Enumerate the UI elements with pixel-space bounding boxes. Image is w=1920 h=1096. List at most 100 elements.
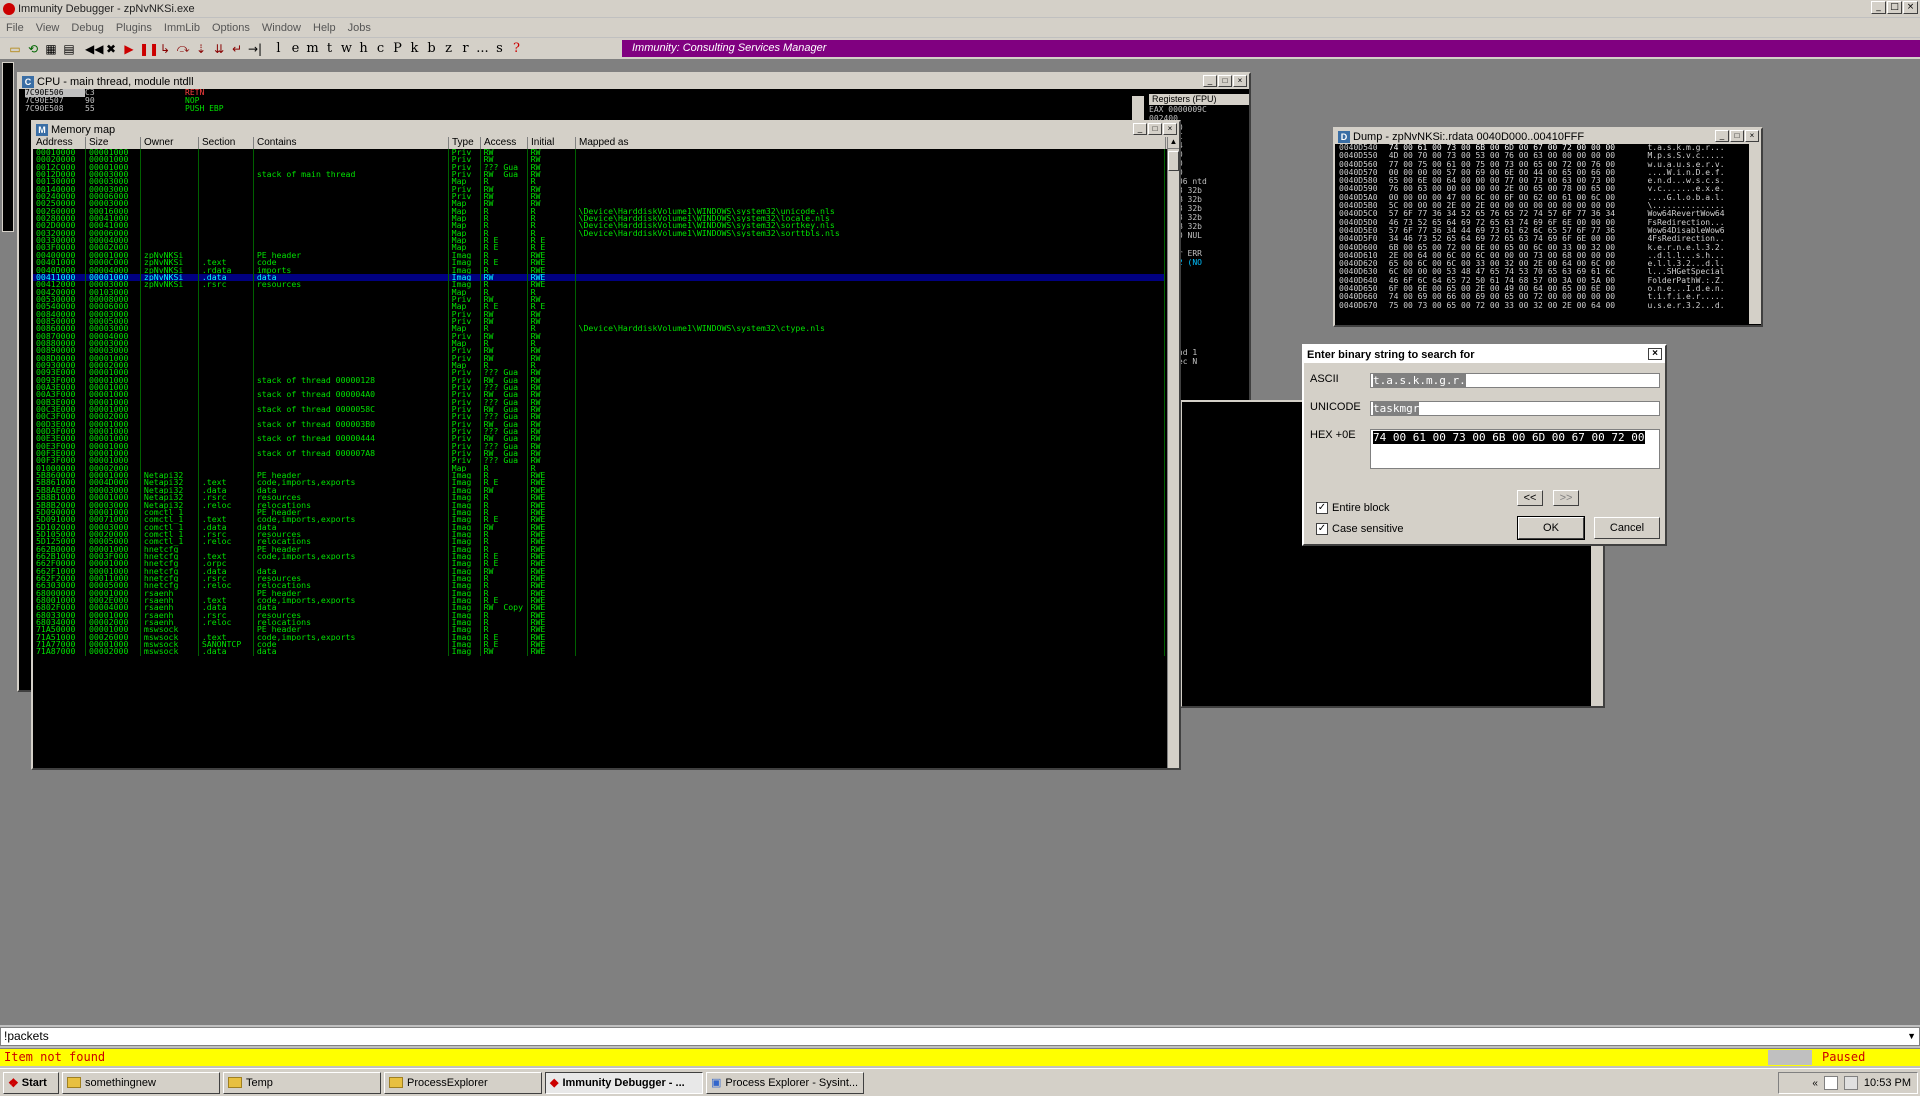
memmap-col-mapped-as[interactable]: Mapped as bbox=[576, 137, 1166, 149]
menu-debug[interactable]: Debug bbox=[65, 22, 109, 34]
memory-map-row[interactable]: 68033000 00001000 rsaenh .rsrc resources Imag… bbox=[33, 611, 1165, 619]
memory-map-row[interactable]: 00401000 0000C000 zpNvNKSi .text code Imag R E… bbox=[33, 259, 1165, 267]
next-button[interactable]: >> bbox=[1553, 490, 1579, 506]
memory-map-row[interactable]: 71A51000 00026000 mswsock .text code,imports… bbox=[33, 633, 1165, 642]
dump-row[interactable]: 0040D630 6C 00 00 00 53 48 47 65 74 53 70… bbox=[1339, 268, 1747, 276]
memory-map-row[interactable]: 68000000 00001000 rsaenh PE header Imag R RWE bbox=[33, 589, 1165, 597]
memory-map-row[interactable]: 0093E000 00001000 Priv??? Gua RW bbox=[33, 369, 1165, 377]
dump-row[interactable]: 0040D590 76 00 63 00 00 00 00 00 2E 00 65… bbox=[1339, 185, 1747, 193]
memory-map-row[interactable]: 662B1000 0003F000 hnetcfg .text code,imports… bbox=[33, 552, 1165, 561]
memory-map-row[interactable]: 662F0000 00001000 hnetcfg .orpc Imag R E RWE bbox=[33, 560, 1165, 568]
memory-map-row[interactable]: 00010000 00001000 Priv RW RW bbox=[33, 149, 1165, 157]
minimize-button[interactable]: _ bbox=[1871, 1, 1886, 14]
dump-row[interactable]: 0040D640 46 6F 6C 64 65 72 50 61 74 68 57… bbox=[1339, 277, 1747, 285]
memory-map-row[interactable]: 71A77000 00001000 mswsock SANONTCP code Imag R… bbox=[33, 641, 1165, 649]
dump-maximize-button[interactable]: □ bbox=[1730, 130, 1744, 142]
toolbar-window-r-button[interactable]: r bbox=[457, 41, 474, 56]
pause-icon[interactable]: ❚❚ bbox=[139, 42, 159, 56]
memory-map-row[interactable]: 00540000 00006000 Map R ER E bbox=[33, 303, 1165, 311]
memmap-col-owner[interactable]: Owner bbox=[141, 137, 199, 149]
menu-window[interactable]: Window bbox=[256, 22, 307, 34]
toolbar-window-e-button[interactable]: e bbox=[287, 41, 304, 56]
dump-row[interactable]: 0040D560 77 00 75 00 61 00 75 00 73 00 65… bbox=[1339, 161, 1747, 169]
memory-map-row[interactable]: 00280000 00041000 Map R R \Device\HarddiskVol… bbox=[33, 215, 1165, 223]
ascii-field[interactable]: t.a.s.k.m.g.r. bbox=[1370, 373, 1660, 388]
menu-file[interactable]: File bbox=[0, 22, 30, 34]
memory-map-row[interactable]: 00890000 00003000 Priv RW RW bbox=[33, 347, 1165, 355]
cancel-button[interactable]: Cancel bbox=[1594, 517, 1660, 539]
toolbar-window-z-button[interactable]: z bbox=[440, 41, 457, 56]
memory-map-row[interactable]: 00250000 00003000 Map RW RW bbox=[33, 200, 1165, 208]
dump-row[interactable]: 0040D650 6F 00 6E 00 65 00 2E 00 49 00 64… bbox=[1339, 285, 1747, 293]
dump-row[interactable]: 0040D570 00 00 00 00 57 00 69 00 6E 00 44… bbox=[1339, 169, 1747, 177]
task-processexplorer-folder[interactable]: ProcessExplorer bbox=[384, 1071, 542, 1094]
memmap-col-type[interactable]: Type bbox=[449, 137, 481, 149]
menu-help[interactable]: Help bbox=[307, 22, 342, 34]
close-button[interactable]: × bbox=[1903, 1, 1918, 14]
memmap-col-contains[interactable]: Contains bbox=[254, 137, 449, 149]
open-icon[interactable]: ▭ bbox=[7, 42, 23, 56]
command-dropdown-icon[interactable]: ▼ bbox=[1907, 1028, 1916, 1045]
memory-map-row[interactable]: 00870000 00004000 Priv RW RW bbox=[33, 332, 1165, 340]
memory-map-rows[interactable]: 00010000 00001000 Priv RW RW 00020000 00001000… bbox=[33, 149, 1165, 765]
memory-map-row[interactable]: 008D0000 00001000 Priv RW RW bbox=[33, 354, 1165, 362]
trace-into-icon[interactable]: ⇣ bbox=[193, 42, 209, 56]
memory-map-row[interactable]: 00C3F000 00002000 Priv??? Gua RW bbox=[33, 413, 1165, 421]
menu-plugins[interactable]: Plugins bbox=[110, 22, 158, 34]
cpu-line[interactable]: 7C90E508 55 PUSH EBP bbox=[25, 105, 1249, 113]
memory-map-row[interactable]: 00860000 00003000 Map R R \Device\HarddiskVol… bbox=[33, 325, 1165, 333]
memory-map-row[interactable]: 662B0000 00001000 hnetcfg PE header Imag R RWE bbox=[33, 545, 1165, 553]
toolbar-window-m-button[interactable]: m bbox=[304, 41, 321, 56]
cpu-line[interactable]: 7C90E506 C3 RETN bbox=[25, 89, 1249, 97]
memory-map-row[interactable]: 00240000 00006000 Priv RW RW bbox=[33, 193, 1165, 201]
step-into-icon[interactable]: ↳ bbox=[157, 42, 173, 56]
memory-map-row[interactable]: 003F0000 00002000 Map R ER E bbox=[33, 244, 1165, 252]
menu-immlib[interactable]: ImmLib bbox=[158, 22, 206, 34]
memmap-col-size[interactable]: Size bbox=[86, 137, 141, 149]
dump-content[interactable]: 0040D540 74 00 61 00 73 00 6B 00 6D 00 67… bbox=[1335, 144, 1747, 322]
memory-map-row[interactable]: 00A3E000 00001000 Priv??? Gua RW bbox=[33, 384, 1165, 392]
task-somethingnew[interactable]: somethingnew bbox=[62, 1071, 220, 1094]
memory-map-row[interactable]: 00320000 00006000 Map R R \Device\HarddiskVol… bbox=[33, 229, 1165, 238]
memory-map-row[interactable]: 6802F000 00004000 rsaenh .data data Imag RW Co… bbox=[33, 604, 1165, 612]
task-immunity-debugger[interactable]: ◆ Immunity Debugger - ... bbox=[545, 1071, 703, 1094]
memory-map-row[interactable]: 5B861000 0004D000 Netapi32 .text code,import… bbox=[33, 479, 1165, 487]
memory-map-row[interactable]: 0012D000 00003000 stack of main thread Priv… bbox=[33, 171, 1165, 179]
cpu-disassembly[interactable]: 7C90E506 C3 RETN 7C90E507 90 NOP 7C90E508 55 PUS… bbox=[19, 89, 1249, 113]
memory-map-row[interactable]: 5D125000 00005000 comctl_1 .reloc relocation… bbox=[33, 538, 1165, 546]
toolbar-window-l-button[interactable]: l bbox=[270, 41, 287, 56]
tray-expand-icon[interactable]: « bbox=[1812, 1078, 1818, 1089]
memory-map-row[interactable]: 5B8B2000 00003000 Netapi32 .reloc relocation… bbox=[33, 501, 1165, 509]
unicode-field[interactable]: taskmgr bbox=[1370, 401, 1660, 416]
memory-map-scrollbar[interactable]: ▲ bbox=[1167, 137, 1179, 768]
memory-map-row[interactable]: 5D091000 00071000 comctl_1 .text code,import… bbox=[33, 516, 1165, 524]
menu-view[interactable]: View bbox=[30, 22, 66, 34]
memory-map-row[interactable]: 0040D000 00004000 zpNvNKSi .rdata imports Ima… bbox=[33, 266, 1165, 274]
toolbar-window-more-button[interactable]: ... bbox=[474, 41, 491, 56]
dump-row[interactable]: 0040D5B0 5C 00 00 00 2E 00 2E 00 00 00 00… bbox=[1339, 202, 1747, 210]
tray-network-icon[interactable] bbox=[1843, 1076, 1858, 1090]
dump-row[interactable]: 0040D5F0 34 46 73 52 65 64 69 72 65 63 74… bbox=[1339, 235, 1747, 243]
tray-app-icon[interactable] bbox=[1823, 1076, 1838, 1090]
dump-row[interactable]: 0040D5C0 57 6F 77 36 34 52 65 76 65 72 74… bbox=[1339, 210, 1747, 218]
memory-map-row[interactable]: 68034000 00002000 rsaenh .reloc relocations I… bbox=[33, 619, 1165, 627]
memory-map-row[interactable]: 00F3F000 00001000 Priv??? Gua RW bbox=[33, 457, 1165, 465]
memory-map-row[interactable]: 00840000 00003000 Priv RW RW bbox=[33, 310, 1165, 318]
dump-close-button[interactable]: × bbox=[1745, 130, 1759, 142]
memmap-col-section[interactable]: Section bbox=[199, 137, 254, 149]
toolbar-window-c-button[interactable]: c bbox=[372, 41, 389, 56]
stop-icon[interactable]: ✖ bbox=[103, 42, 119, 56]
memory-map-row[interactable]: 5D090000 00001000 comctl_1 PE header Imag R RW… bbox=[33, 508, 1165, 517]
case-sensitive-checkbox[interactable]: ✓ bbox=[1316, 523, 1328, 535]
memory-map-row[interactable]: 662F2000 00011000 hnetcfg .rsrc resources Ima… bbox=[33, 574, 1165, 583]
dump-row[interactable]: 0040D610 2E 00 64 00 6C 00 6C 00 00 00 73… bbox=[1339, 252, 1747, 260]
memory-map-row[interactable]: 662F1000 00001000 hnetcfg .data data Imag RW RW… bbox=[33, 567, 1165, 575]
memory-map-row[interactable]: 00A3F000 00001000 stack of thread 000004A0… bbox=[33, 391, 1165, 399]
cpu-minimize-button[interactable]: _ bbox=[1203, 75, 1217, 87]
task-process-explorer[interactable]: ▣ Process Explorer - Sysint... bbox=[706, 1071, 864, 1094]
memory-map-row[interactable]: 00880000 00003000 Map R R bbox=[33, 339, 1165, 348]
command-input[interactable]: !packets ▼ bbox=[0, 1027, 1920, 1046]
memmap-col-address[interactable]: Address bbox=[33, 137, 86, 149]
ok-button[interactable]: OK bbox=[1517, 516, 1585, 540]
scroll-up-icon[interactable]: ▲ bbox=[1168, 137, 1179, 149]
